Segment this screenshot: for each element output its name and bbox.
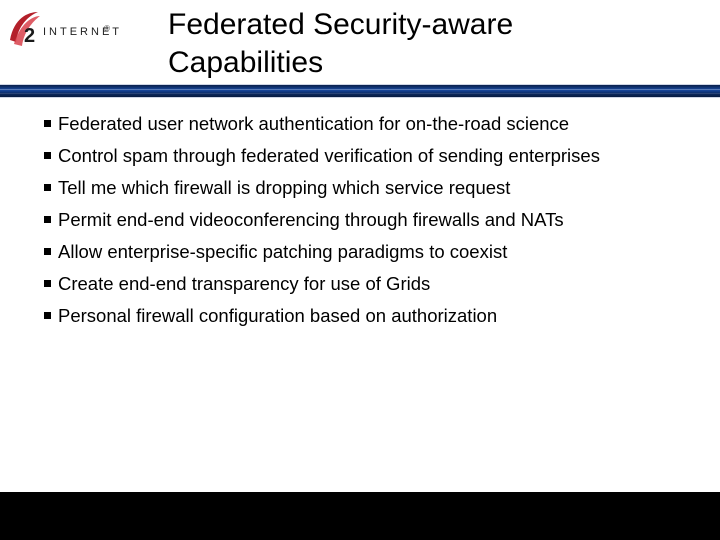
slide-header: 2 INTERNET ® Federated Security-aware Ca… xyxy=(0,0,720,96)
internet2-logo: 2 INTERNET ® xyxy=(8,10,118,50)
logo-word: INTERNET xyxy=(43,10,122,38)
list-item: Permit end-end videoconferencing through… xyxy=(44,208,690,232)
list-item: Allow enterprise-specific patching parad… xyxy=(44,240,690,264)
bullet-text: Federated user network authentication fo… xyxy=(58,113,569,134)
slide: 2 INTERNET ® Federated Security-aware Ca… xyxy=(0,0,720,540)
bullet-text: Tell me which firewall is dropping which… xyxy=(58,177,510,198)
slide-body: Federated user network authentication fo… xyxy=(44,112,690,336)
bullet-text: Control spam through federated verificat… xyxy=(58,145,600,166)
header-divider-band xyxy=(0,84,720,98)
bullet-text: Allow enterprise-specific patching parad… xyxy=(58,241,507,262)
bullet-text: Create end-end transparency for use of G… xyxy=(58,273,430,294)
bullet-text: Personal firewall configuration based on… xyxy=(58,305,497,326)
list-item: Control spam through federated verificat… xyxy=(44,144,690,168)
slide-footer-band xyxy=(0,492,720,540)
list-item: Create end-end transparency for use of G… xyxy=(44,272,690,296)
list-item: Tell me which firewall is dropping which… xyxy=(44,176,690,200)
list-item: Federated user network authentication fo… xyxy=(44,112,690,136)
bullet-text: Permit end-end videoconferencing through… xyxy=(58,209,564,230)
svg-text:2: 2 xyxy=(24,25,35,47)
title-line-2: Capabilities xyxy=(168,46,323,79)
title-line-1: Federated Security-aware xyxy=(168,8,513,41)
list-item: Personal firewall configuration based on… xyxy=(44,304,690,328)
logo-mark: 2 INTERNET ® xyxy=(8,10,118,50)
slide-title: Federated Security-aware Capabilities xyxy=(168,6,513,82)
registered-icon: ® xyxy=(104,24,110,33)
logo-swoosh-icon: 2 xyxy=(8,10,42,50)
